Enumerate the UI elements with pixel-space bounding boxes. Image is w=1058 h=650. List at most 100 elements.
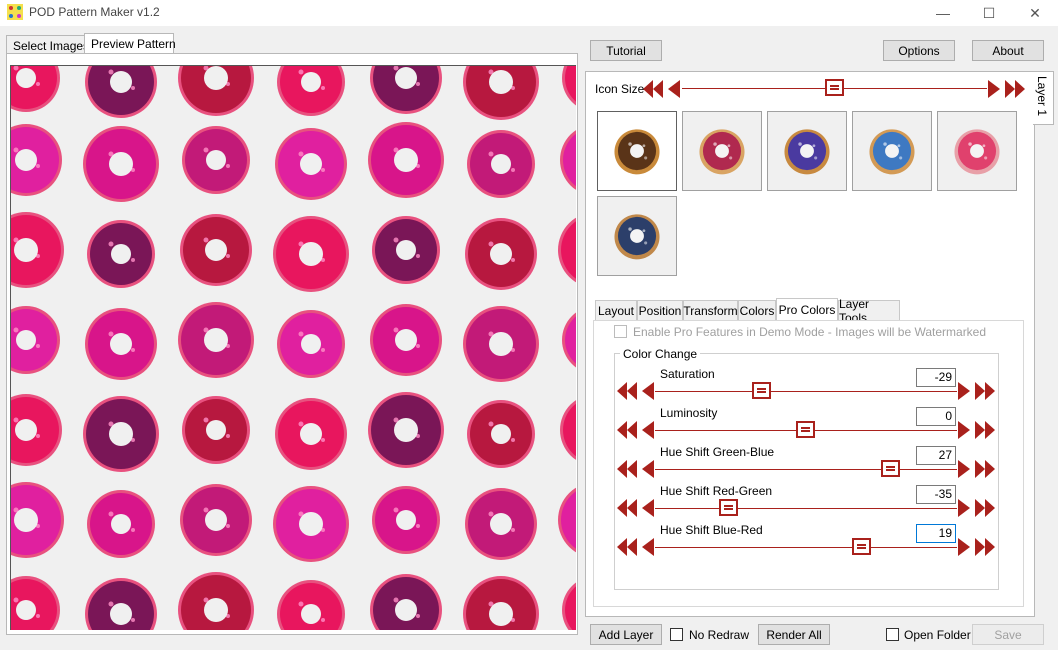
hue-shift-red-green-value-input[interactable]: -35 <box>916 485 956 504</box>
pattern-donut <box>178 302 254 378</box>
saturation-decrease-icon[interactable] <box>617 382 655 400</box>
pattern-donut <box>467 130 535 198</box>
donut-icon <box>869 129 915 175</box>
icon-size-label: Icon Size <box>595 82 645 96</box>
pattern-donut <box>463 306 539 382</box>
hue-shift-green-blue-decrease-icon[interactable] <box>617 460 655 478</box>
enable-pro-demo-checkbox[interactable] <box>614 325 627 338</box>
hue-shift-red-green-increase-icon[interactable] <box>958 499 996 517</box>
save-button[interactable]: Save <box>972 624 1044 645</box>
hue-shift-red-green-decrease-icon[interactable] <box>617 499 655 517</box>
hue-shift-green-blue-slider-handle[interactable] <box>881 460 900 477</box>
icon-size-slider-handle[interactable] <box>825 79 844 96</box>
icon-size-decrease-icon[interactable] <box>643 80 681 98</box>
minimize-button[interactable]: — <box>920 0 966 26</box>
hue-shift-blue-red-slider-handle[interactable] <box>852 538 871 555</box>
image-thumb-purple-donut[interactable] <box>767 111 847 191</box>
image-thumb-blue-dripping-donut[interactable] <box>852 111 932 191</box>
pattern-donut <box>372 216 440 284</box>
pattern-donut <box>85 66 157 118</box>
saturation-value-input[interactable]: -29 <box>916 368 956 387</box>
luminosity-increase-icon[interactable] <box>958 421 996 439</box>
pattern-donut <box>465 488 537 560</box>
hue-shift-blue-red-increase-icon[interactable] <box>958 538 996 556</box>
pattern-donut <box>178 572 254 630</box>
donut-icon <box>614 214 660 260</box>
tutorial-button[interactable]: Tutorial <box>590 40 662 61</box>
color-change-group <box>614 353 999 590</box>
tab-layer-1-label: Layer 1 <box>1035 76 1049 117</box>
image-thumb-pink-glazed-donut[interactable] <box>937 111 1017 191</box>
hue-shift-blue-red-track[interactable] <box>655 547 957 548</box>
render-all-button[interactable]: Render All <box>758 624 830 645</box>
pattern-donut <box>463 576 539 630</box>
hue-shift-blue-red-value-input[interactable]: 19 <box>916 524 956 543</box>
image-thumb-pink-sprinkle-donut[interactable] <box>682 111 762 191</box>
image-thumb-navy-galaxy-donut[interactable] <box>597 196 677 276</box>
pattern-preview-canvas[interactable] <box>10 65 576 630</box>
pattern-donut <box>11 576 60 630</box>
pattern-donut <box>560 400 576 460</box>
tab-transform[interactable]: Transform <box>683 300 738 320</box>
icon-size-increase-icon[interactable] <box>988 80 1026 98</box>
options-button[interactable]: Options <box>883 40 955 61</box>
pattern-donut <box>11 212 64 288</box>
no-redraw-checkbox[interactable] <box>670 628 683 641</box>
pattern-donut <box>277 310 345 378</box>
luminosity-value-input[interactable]: 0 <box>916 407 956 426</box>
pattern-donut <box>87 220 155 288</box>
open-folder-checkbox[interactable] <box>886 628 899 641</box>
pattern-donut <box>182 396 250 464</box>
close-button[interactable]: ✕ <box>1012 0 1058 26</box>
hue-shift-green-blue-value-input[interactable]: 27 <box>916 446 956 465</box>
image-thumb-chocolate-donut[interactable] <box>597 111 677 191</box>
tab-position[interactable]: Position <box>637 300 683 320</box>
maximize-button[interactable]: ☐ <box>966 0 1012 26</box>
tab-preview-pattern[interactable]: Preview Pattern <box>84 33 176 55</box>
pattern-donut <box>85 308 157 380</box>
open-folder-label: Open Folder <box>904 628 971 642</box>
hue-shift-blue-red-decrease-icon[interactable] <box>617 538 655 556</box>
luminosity-label: Luminosity <box>660 406 718 420</box>
about-button[interactable]: About <box>972 40 1044 61</box>
hue-shift-green-blue-track[interactable] <box>655 469 957 470</box>
add-layer-button[interactable]: Add Layer <box>590 624 662 645</box>
tab-select-images[interactable]: Select Images <box>6 35 97 53</box>
pattern-donut <box>368 122 444 198</box>
donut-icon <box>614 129 660 175</box>
pattern-donut <box>370 304 442 376</box>
no-redraw-label: No Redraw <box>689 628 750 642</box>
pattern-donut <box>85 578 157 630</box>
tab-pro-colors[interactable]: Pro Colors <box>776 298 838 320</box>
pattern-donut <box>558 217 576 283</box>
pattern-donut <box>467 400 535 468</box>
pattern-donut <box>368 392 444 468</box>
pattern-donut <box>370 574 442 630</box>
pattern-donut <box>370 66 442 114</box>
tab-layout[interactable]: Layout <box>595 300 637 320</box>
hue-shift-red-green-track[interactable] <box>655 508 957 509</box>
tab-colors[interactable]: Colors <box>738 300 776 320</box>
pattern-donut <box>87 490 155 558</box>
pattern-donut <box>11 66 60 112</box>
pattern-donut <box>83 126 159 202</box>
pattern-donut <box>463 66 539 120</box>
window-title: POD Pattern Maker v1.2 <box>29 5 160 19</box>
hue-shift-red-green-slider-handle[interactable] <box>719 499 738 516</box>
pattern-donut <box>11 394 62 466</box>
maximize-icon: ☐ <box>982 4 996 21</box>
pattern-donut <box>275 398 347 470</box>
donut-icon <box>784 129 830 175</box>
luminosity-slider-handle[interactable] <box>796 421 815 438</box>
saturation-increase-icon[interactable] <box>958 382 996 400</box>
pattern-donut <box>277 580 345 630</box>
app-icon <box>7 4 23 20</box>
luminosity-decrease-icon[interactable] <box>617 421 655 439</box>
hue-shift-blue-red-label: Hue Shift Blue-Red <box>660 523 763 537</box>
saturation-slider-handle[interactable] <box>752 382 771 399</box>
tab-layer-tools[interactable]: Layer Tools <box>838 297 900 325</box>
saturation-track[interactable] <box>655 391 957 392</box>
pattern-donut <box>465 218 537 290</box>
close-icon: ✕ <box>1029 4 1041 21</box>
hue-shift-green-blue-increase-icon[interactable] <box>958 460 996 478</box>
